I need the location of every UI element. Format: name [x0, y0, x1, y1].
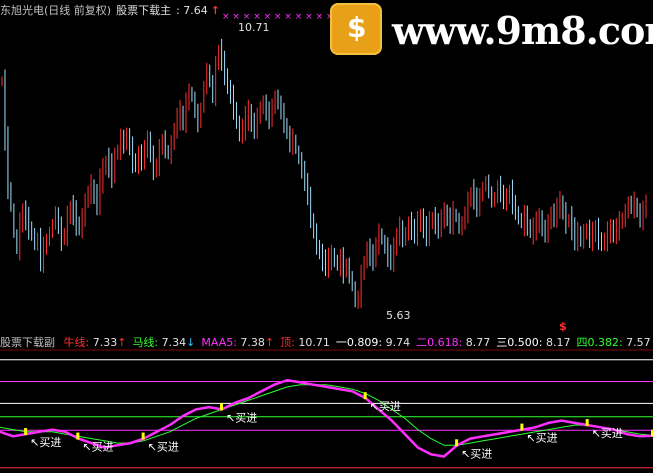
buy-label: ↖买进 — [226, 411, 257, 424]
buy-marker — [76, 432, 80, 440]
buy-marker — [220, 403, 224, 411]
buy-marker — [585, 419, 589, 427]
chart-window: { "header": { "stock_name": "东旭光电(日线 前复权… — [0, 0, 653, 473]
buy-label: ↖买进 — [82, 441, 113, 454]
buy-marker — [24, 428, 28, 436]
buy-marker — [520, 423, 524, 431]
buy-label: ↖买进 — [30, 436, 61, 449]
buy-marker — [141, 432, 145, 440]
chart-canvas: ↖买进↖买进↖买进↖买进↖买进↖买进↖买进↖买进↖买进↖买进↖买进↖买进↖买进 — [0, 38, 653, 469]
buy-label: ↖买进 — [461, 447, 492, 460]
buy-marker — [455, 439, 459, 447]
buy-marker — [363, 392, 367, 400]
buy-label: ↖买进 — [370, 400, 401, 413]
buy-label: ↖买进 — [526, 432, 557, 445]
buy-label: ↖买进 — [592, 427, 623, 440]
buy-label: ↖买进 — [148, 441, 179, 454]
